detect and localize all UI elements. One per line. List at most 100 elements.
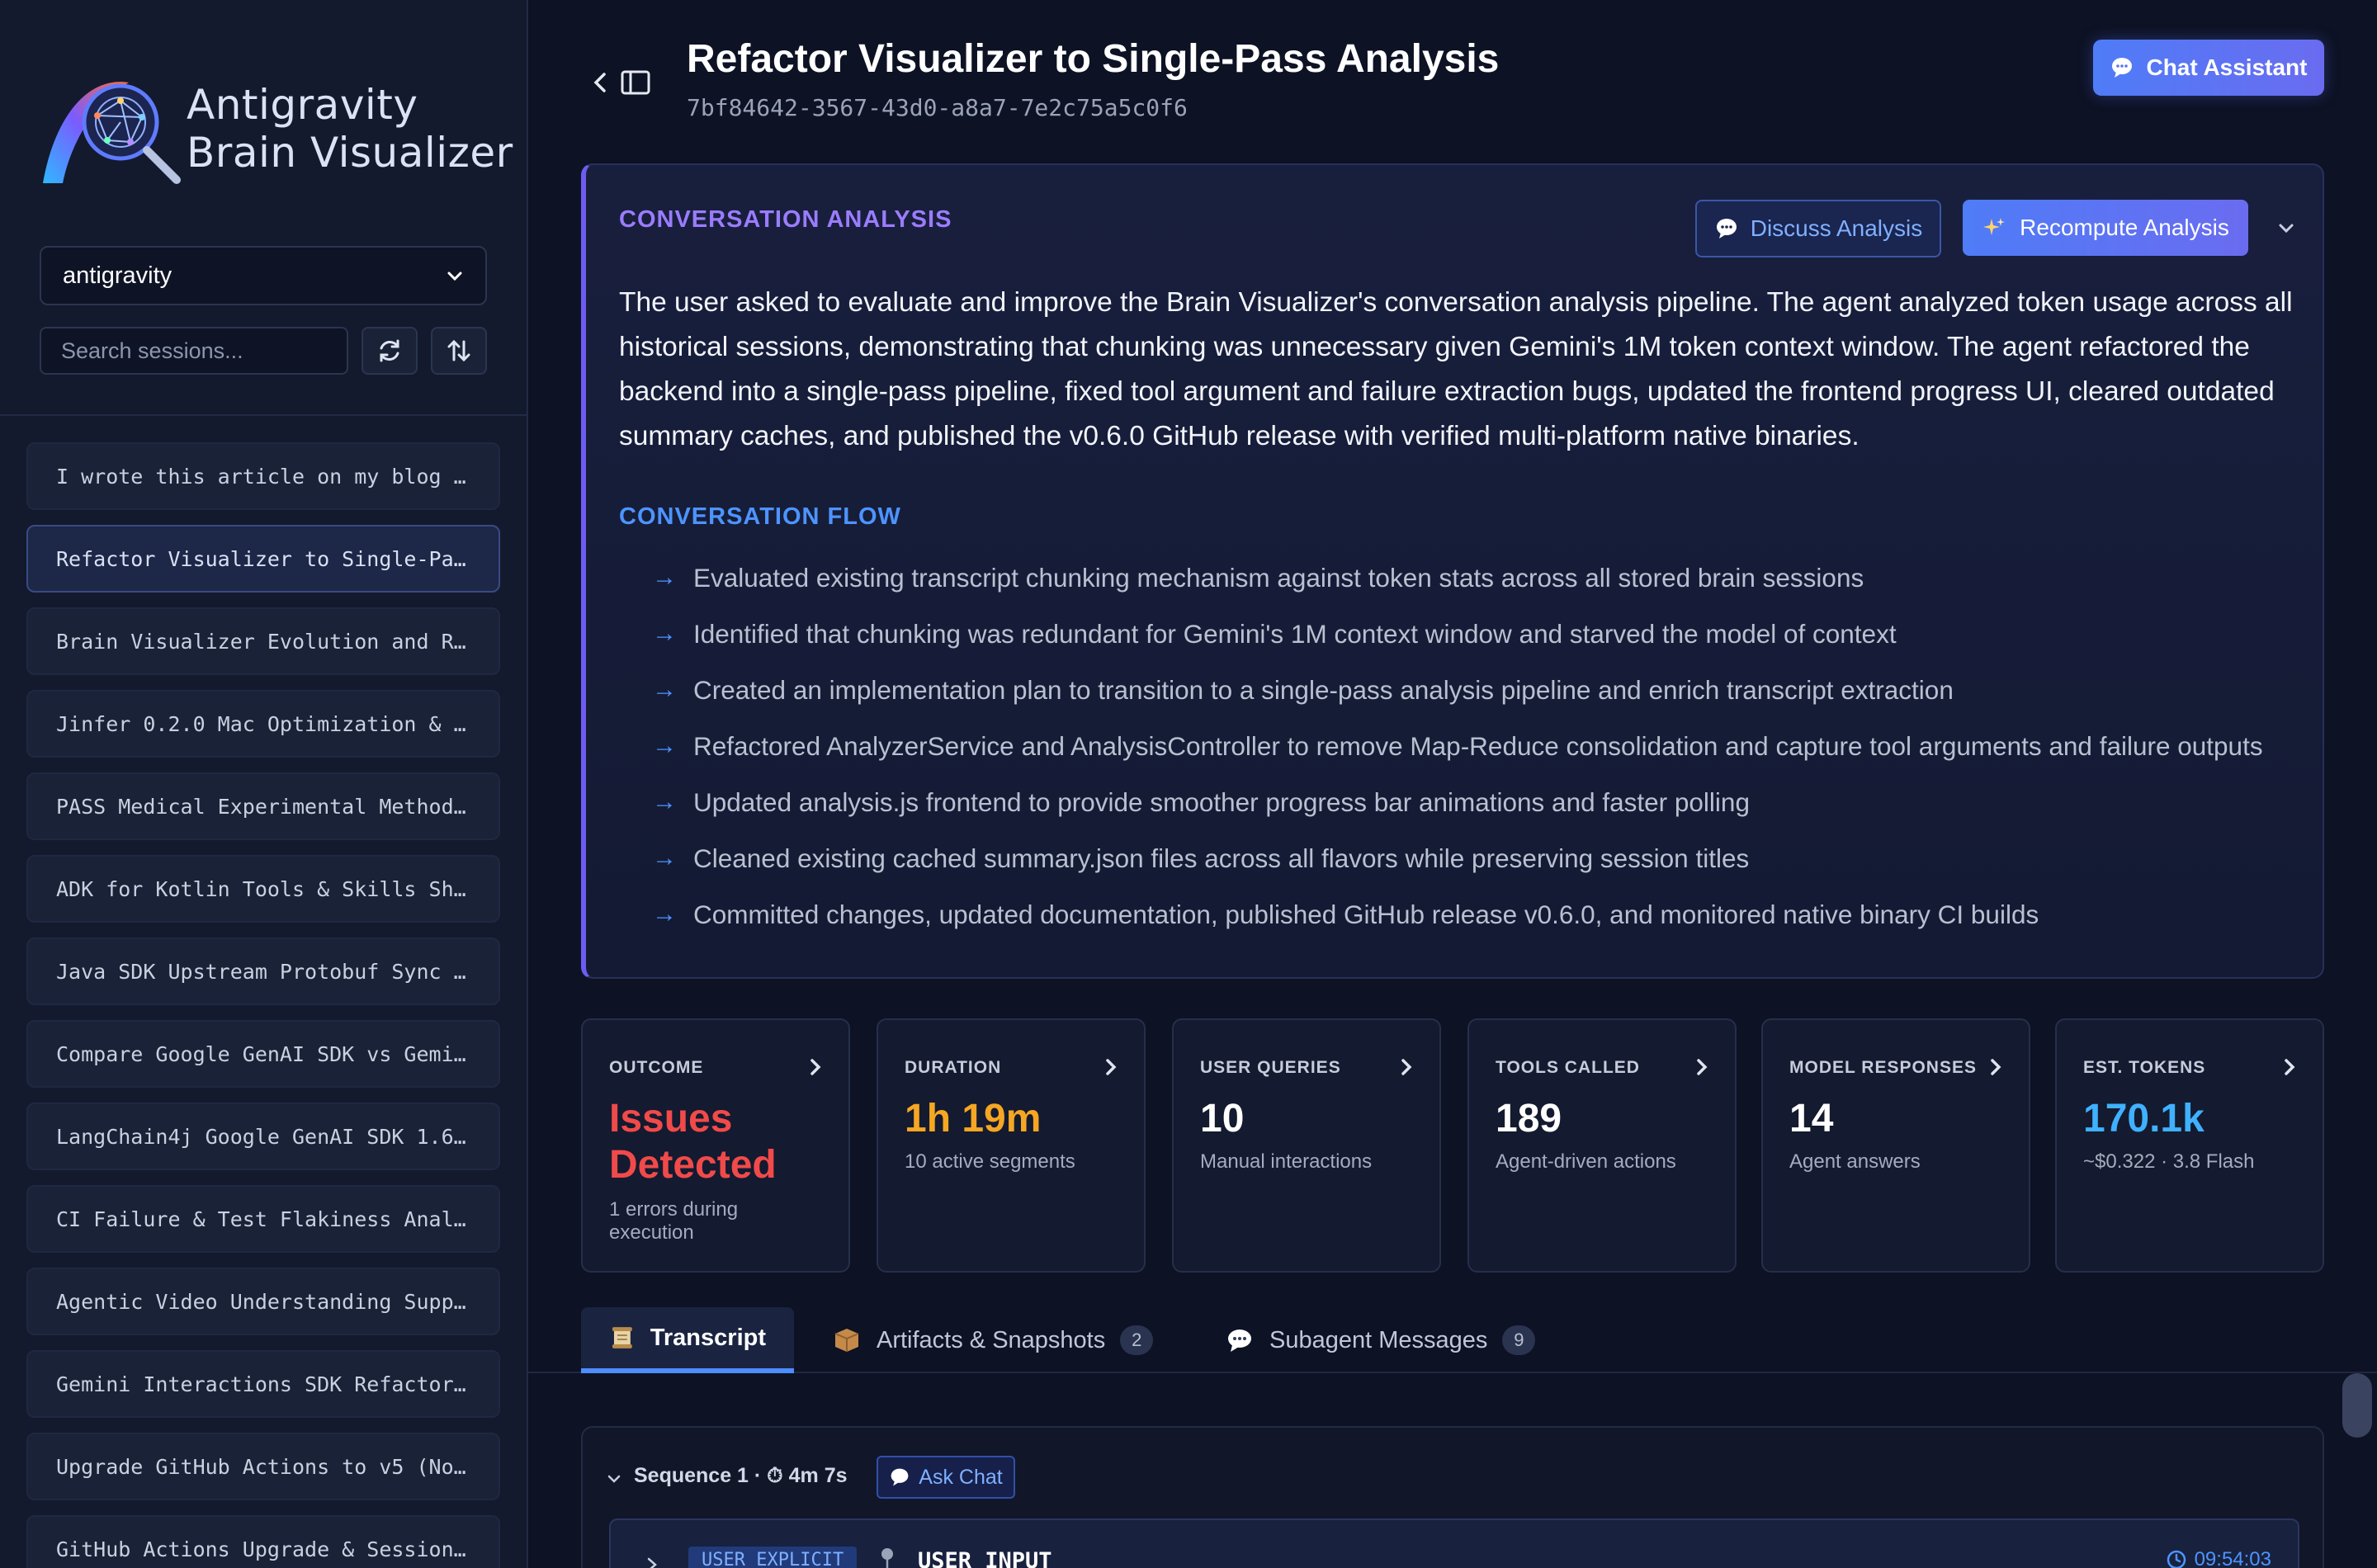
arrow-right-icon: → [652, 900, 677, 928]
speech-bubble-icon [1228, 1329, 1251, 1352]
tab-label: Subagent Messages [1269, 1326, 1488, 1353]
entry-timestamp: 09:54:03 [2167, 1548, 2271, 1568]
session-list: I wrote this article on my blog ab… Refa… [26, 442, 500, 1568]
flow-item: → Updated analysis.js frontend to provide… [652, 774, 2319, 830]
refresh-button[interactable] [362, 327, 418, 375]
recompute-analysis-button[interactable]: Recompute Analysis [1963, 200, 2248, 256]
session-title: LangChain4j Google GenAI SDK 1.69.… [56, 1124, 470, 1149]
stat-label: DURATION [905, 1058, 1002, 1077]
sidebar-toggle-icon[interactable] [621, 69, 650, 96]
stat-card-model-responses[interactable]: MODEL RESPONSES 14 Agent answers [1761, 1018, 2030, 1273]
session-item[interactable]: CI Failure & Test Flakiness Analys… [26, 1185, 500, 1253]
session-item[interactable]: Java SDK Upstream Protobuf Sync & … [26, 937, 500, 1005]
flow-item: → Committed changes, updated documentatio… [652, 886, 2319, 942]
chevron-down-icon [447, 272, 462, 281]
stat-card-tools-called[interactable]: TOOLS CALLED 189 Agent-driven actions [1467, 1018, 1737, 1273]
session-item[interactable]: Compare Google GenAI SDK vs Gemini… [26, 1020, 500, 1088]
session-item[interactable]: Agentic Video Understanding Suppor… [26, 1268, 500, 1335]
session-title: Agentic Video Understanding Suppor… [56, 1289, 470, 1314]
transcript-entry[interactable]: USER_EXPLICIT USER_INPUT 09:54:03 [609, 1518, 2299, 1568]
flavor-select-value: antigravity [63, 262, 172, 289]
tab-label: Artifacts & Snapshots [877, 1326, 1106, 1353]
flow-item: → Created an implementation plan to trans… [652, 662, 2319, 718]
session-title: CI Failure & Test Flakiness Analys… [56, 1207, 470, 1231]
session-title: Upgrade GitHub Actions to v5 (Node… [56, 1454, 470, 1479]
stat-card-est-tokens[interactable]: EST. TOKENS 170.1k ~$0.322 · 3.8 Flash [2055, 1018, 2324, 1273]
session-title: Refactor Visualizer to Single-Pass… [56, 546, 470, 571]
chat-bubble-icon [1716, 219, 1737, 239]
scroll-icon [612, 1327, 632, 1348]
tab-artifacts[interactable]: Artifacts & Snapshots 2 [832, 1307, 1154, 1373]
session-item-active[interactable]: Refactor Visualizer to Single-Pass… [26, 525, 500, 593]
stat-value: 189 [1496, 1097, 1562, 1141]
chevron-down-icon[interactable] [606, 1471, 622, 1487]
ask-chat-button[interactable]: Ask Chat [877, 1456, 1015, 1499]
session-item[interactable]: ADK for Kotlin Tools & Skills Show… [26, 855, 500, 923]
stat-sub: 10 active segments [905, 1150, 1075, 1173]
analysis-summary: The user asked to evaluate and improve t… [619, 287, 2293, 451]
session-item[interactable]: PASS Medical Experimental Methods … [26, 772, 500, 840]
pin-icon [881, 1548, 893, 1568]
session-item[interactable]: LangChain4j Google GenAI SDK 1.69.… [26, 1103, 500, 1170]
session-item[interactable]: Jinfer 0.2.0 Mac Optimization & Be… [26, 690, 500, 758]
chevron-right-icon [2285, 1059, 2295, 1075]
entry-badge: USER_EXPLICIT [688, 1547, 858, 1568]
tab-transcript[interactable]: Transcript [581, 1307, 794, 1373]
arrow-right-icon: → [652, 732, 677, 759]
tab-subagent-messages[interactable]: Subagent Messages 9 [1225, 1307, 1536, 1373]
session-title: Java SDK Upstream Protobuf Sync & … [56, 959, 470, 984]
stat-card-outcome[interactable]: OUTCOME Issues Detected 1 errors during … [581, 1018, 850, 1273]
tab-count-badge: 2 [1120, 1325, 1154, 1355]
flow-item-text: Committed changes, updated documentation… [693, 899, 2039, 929]
arrow-right-icon: → [652, 844, 677, 871]
flavor-select[interactable]: antigravity [40, 246, 487, 305]
session-title: Jinfer 0.2.0 Mac Optimization & Be… [56, 711, 470, 736]
stat-sub: Agent-driven actions [1496, 1150, 1676, 1173]
session-item[interactable]: I wrote this article on my blog ab… [26, 442, 500, 510]
sort-button[interactable] [431, 327, 487, 375]
stat-sub: Agent answers [1789, 1150, 1921, 1173]
flow-item: → Identified that chunking was redundant … [652, 606, 2319, 662]
stat-card-duration[interactable]: DURATION 1h 19m 10 active segments [877, 1018, 1146, 1273]
brand-subtitle: Brain Visualizer [187, 129, 513, 177]
recompute-analysis-label: Recompute Analysis [2020, 215, 2229, 240]
stat-label: OUTCOME [609, 1058, 704, 1077]
session-item[interactable]: Gemini Interactions SDK Refactor &… [26, 1350, 500, 1418]
brand-name: Antigravity [187, 81, 418, 129]
discuss-analysis-button[interactable]: Discuss Analysis [1695, 200, 1941, 257]
stat-value: 14 [1789, 1097, 1834, 1141]
flow-item: → Evaluated existing transcript chunking … [652, 550, 2319, 606]
clock-icon [2167, 1550, 2186, 1568]
back-chevron-icon[interactable] [588, 66, 611, 99]
page-title: Refactor Visualizer to Single-Pass Analy… [687, 37, 1500, 81]
session-item[interactable]: GitHub Actions Upgrade & Session I… [26, 1515, 500, 1568]
stat-sub: ~$0.322 · 3.8 Flash [2083, 1150, 2255, 1173]
session-item[interactable]: Brain Visualizer Evolution and Rel… [26, 607, 500, 675]
stat-value: 10 [1200, 1097, 1245, 1141]
sparkles-icon [1983, 218, 2006, 235]
sidebar-divider [0, 414, 528, 416]
ask-chat-label: Ask Chat [919, 1465, 1003, 1489]
chat-assistant-button[interactable]: Chat Assistant [2093, 40, 2324, 96]
brain-logo-icon [43, 82, 181, 184]
stat-card-user-queries[interactable]: USER QUERIES 10 Manual interactions [1172, 1018, 1441, 1273]
flow-list: → Evaluated existing transcript chunking … [652, 550, 2319, 942]
discuss-analysis-label: Discuss Analysis [1750, 215, 1923, 241]
session-title: Compare Google GenAI SDK vs Gemini… [56, 1041, 470, 1066]
chevron-right-icon [1401, 1059, 1412, 1075]
flow-item-text: Created an implementation plan to transi… [693, 674, 1954, 705]
search-input[interactable]: Search sessions... [40, 327, 348, 375]
chevron-right-icon [1697, 1059, 1708, 1075]
stat-label: MODEL RESPONSES [1789, 1058, 1977, 1077]
brand[interactable]: Antigravity Brain Visualizer [38, 68, 513, 191]
analysis-heading: CONVERSATION ANALYSIS [619, 206, 952, 233]
stat-sub: Manual interactions [1200, 1150, 1373, 1173]
chevron-right-icon [1106, 1059, 1117, 1075]
scrollbar-thumb[interactable] [2342, 1373, 2372, 1438]
arrow-right-icon: → [652, 620, 677, 647]
chevron-down-icon[interactable] [2275, 216, 2298, 239]
arrow-right-icon: → [652, 564, 677, 591]
chat-bubble-icon [2112, 58, 2133, 78]
session-item[interactable]: Upgrade GitHub Actions to v5 (Node… [26, 1433, 500, 1500]
flow-item-text: Cleaned existing cached summary.json fil… [693, 843, 1750, 873]
